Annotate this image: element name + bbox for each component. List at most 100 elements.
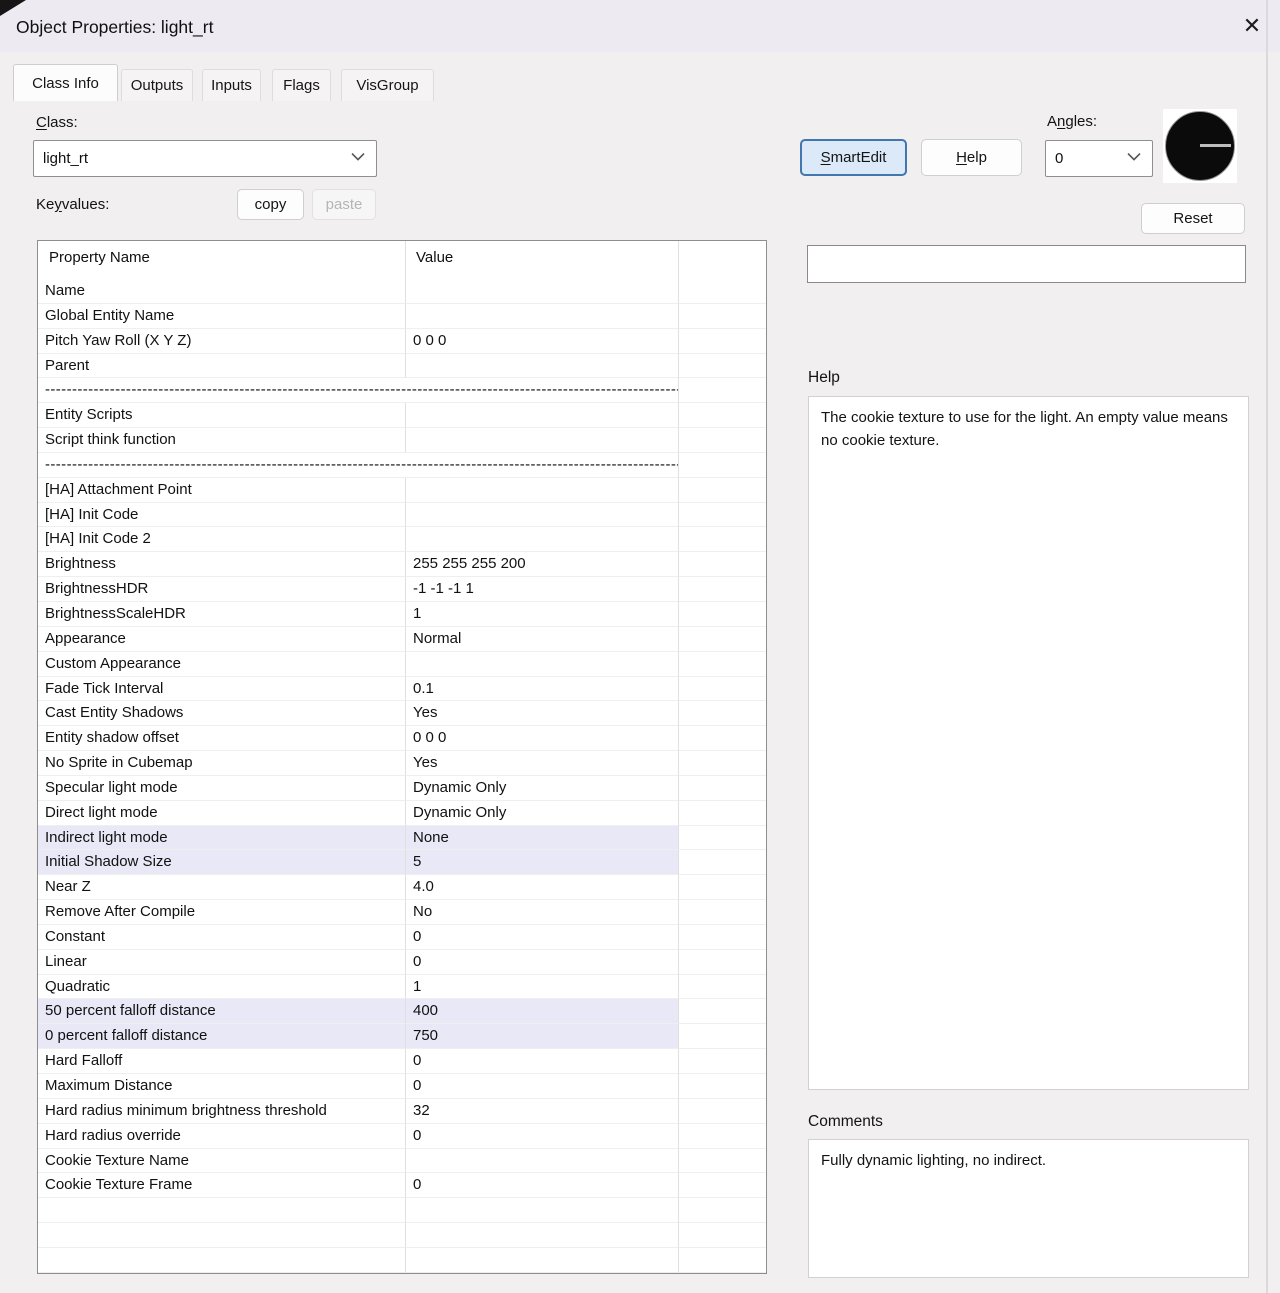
table-row[interactable]: Entity shadow offset0 0 0: [38, 726, 766, 751]
property-value-cell: Dynamic Only: [406, 801, 679, 826]
property-value-cell: 4.0: [406, 875, 679, 900]
table-row[interactable]: 50 percent falloff distance400: [38, 999, 766, 1024]
table-row[interactable]: BrightnessScaleHDR1: [38, 602, 766, 627]
table-row[interactable]: Hard radius override0: [38, 1124, 766, 1149]
table-row[interactable]: [38, 1198, 766, 1223]
reset-button[interactable]: Reset: [1141, 203, 1245, 234]
property-value-cell: 0: [406, 1074, 679, 1099]
tab-class-info[interactable]: Class Info: [13, 64, 118, 101]
property-name-cell: BrightnessScaleHDR: [38, 602, 406, 627]
property-name-cell: [38, 1223, 406, 1248]
table-row[interactable]: Cookie Texture Frame0: [38, 1173, 766, 1198]
table-row[interactable]: BrightnessHDR-1 -1 -1 1: [38, 577, 766, 602]
property-value-cell: None: [406, 826, 679, 851]
smartedit-button[interactable]: SmartEdit: [800, 139, 907, 176]
column-header-property-name: Property Name: [49, 249, 150, 266]
tab-visgroup[interactable]: VisGroup: [341, 69, 434, 101]
help-button[interactable]: Help: [921, 139, 1022, 176]
property-value-cell: 0: [406, 1124, 679, 1149]
smartedit-value-input[interactable]: [807, 245, 1246, 283]
separator-row[interactable]: ----------------------------------------…: [38, 453, 766, 478]
angles-label: Angles:: [1047, 113, 1097, 130]
property-name-cell: Fade Tick Interval: [38, 677, 406, 702]
table-row[interactable]: Quadratic1: [38, 975, 766, 1000]
column-header-value: Value: [416, 249, 453, 266]
property-name-cell: Script think function: [38, 428, 406, 453]
table-row[interactable]: Direct light modeDynamic Only: [38, 801, 766, 826]
table-row[interactable]: AppearanceNormal: [38, 627, 766, 652]
property-name-cell: Name: [38, 279, 406, 304]
table-row[interactable]: [HA] Attachment Point: [38, 478, 766, 503]
table-row[interactable]: Near Z4.0: [38, 875, 766, 900]
copy-button[interactable]: copy: [237, 189, 304, 220]
table-row[interactable]: [38, 1223, 766, 1248]
angle-dial[interactable]: [1163, 109, 1237, 183]
table-row[interactable]: Name: [38, 279, 766, 304]
table-row[interactable]: Pitch Yaw Roll (X Y Z)0 0 0: [38, 329, 766, 354]
table-row[interactable]: Fade Tick Interval0.1: [38, 677, 766, 702]
property-name-cell: Hard radius override: [38, 1124, 406, 1149]
property-name-cell: Linear: [38, 950, 406, 975]
tab-flags[interactable]: Flags: [272, 69, 331, 101]
separator-row[interactable]: ----------------------------------------…: [38, 378, 766, 403]
table-row[interactable]: Cookie Texture Name: [38, 1149, 766, 1174]
table-row[interactable]: [HA] Init Code: [38, 503, 766, 528]
property-table[interactable]: Property Name Value NameGlobal Entity Na…: [37, 240, 767, 1274]
property-name-cell: Hard radius minimum brightness threshold: [38, 1099, 406, 1124]
property-value-cell: 0: [406, 1049, 679, 1074]
property-value-cell: 750: [406, 1024, 679, 1049]
chevron-down-icon: [351, 148, 365, 166]
property-name-cell: [38, 1198, 406, 1223]
tab-inputs[interactable]: Inputs: [202, 69, 261, 101]
dialog-right-edge: [1266, 0, 1268, 1293]
table-row[interactable]: Remove After CompileNo: [38, 900, 766, 925]
property-value-cell: Dynamic Only: [406, 776, 679, 801]
table-row[interactable]: Global Entity Name: [38, 304, 766, 329]
table-row[interactable]: [38, 1248, 766, 1273]
table-row[interactable]: Maximum Distance0: [38, 1074, 766, 1099]
property-name-cell: Custom Appearance: [38, 652, 406, 677]
table-row[interactable]: Cast Entity ShadowsYes: [38, 701, 766, 726]
property-value-cell: [406, 652, 679, 677]
tab-outputs[interactable]: Outputs: [121, 69, 193, 101]
paste-button[interactable]: paste: [312, 189, 376, 220]
table-row[interactable]: Constant0: [38, 925, 766, 950]
property-value-cell: 1: [406, 975, 679, 1000]
property-name-cell: [HA] Attachment Point: [38, 478, 406, 503]
table-row[interactable]: Hard radius minimum brightness threshold…: [38, 1099, 766, 1124]
property-name-cell: Cast Entity Shadows: [38, 701, 406, 726]
property-value-cell: 0: [406, 950, 679, 975]
close-icon[interactable]: ✕: [1236, 10, 1268, 42]
property-name-cell: Initial Shadow Size: [38, 850, 406, 875]
table-row[interactable]: Parent: [38, 354, 766, 379]
table-row[interactable]: [HA] Init Code 2: [38, 527, 766, 552]
comments-box[interactable]: Fully dynamic lighting, no indirect.: [808, 1139, 1249, 1278]
table-row[interactable]: Custom Appearance: [38, 652, 766, 677]
table-row[interactable]: Script think function: [38, 428, 766, 453]
class-select[interactable]: light_rt: [33, 140, 377, 177]
property-value-cell: [406, 428, 679, 453]
property-value-cell: [406, 478, 679, 503]
table-row[interactable]: No Sprite in CubemapYes: [38, 751, 766, 776]
property-value-cell: -1 -1 -1 1: [406, 577, 679, 602]
table-row[interactable]: Linear0: [38, 950, 766, 975]
comments-label: Comments: [808, 1113, 883, 1131]
table-row[interactable]: Entity Scripts: [38, 403, 766, 428]
property-name-cell: Hard Falloff: [38, 1049, 406, 1074]
property-value-cell: [406, 1198, 679, 1223]
property-value-cell: 0: [406, 1173, 679, 1198]
table-row[interactable]: 0 percent falloff distance750: [38, 1024, 766, 1049]
table-row[interactable]: Specular light modeDynamic Only: [38, 776, 766, 801]
table-row[interactable]: Brightness255 255 255 200: [38, 552, 766, 577]
keyvalues-label: Keyvalues:: [36, 196, 109, 213]
property-value-cell: [406, 279, 679, 304]
property-value-cell: 400: [406, 999, 679, 1024]
table-row[interactable]: Initial Shadow Size5: [38, 850, 766, 875]
angles-select[interactable]: 0: [1045, 140, 1153, 177]
property-name-cell: BrightnessHDR: [38, 577, 406, 602]
table-row[interactable]: Indirect light modeNone: [38, 826, 766, 851]
angles-select-value: 0: [1055, 141, 1063, 176]
property-name-cell: Cookie Texture Frame: [38, 1173, 406, 1198]
table-row[interactable]: Hard Falloff0: [38, 1049, 766, 1074]
property-name-cell: Remove After Compile: [38, 900, 406, 925]
